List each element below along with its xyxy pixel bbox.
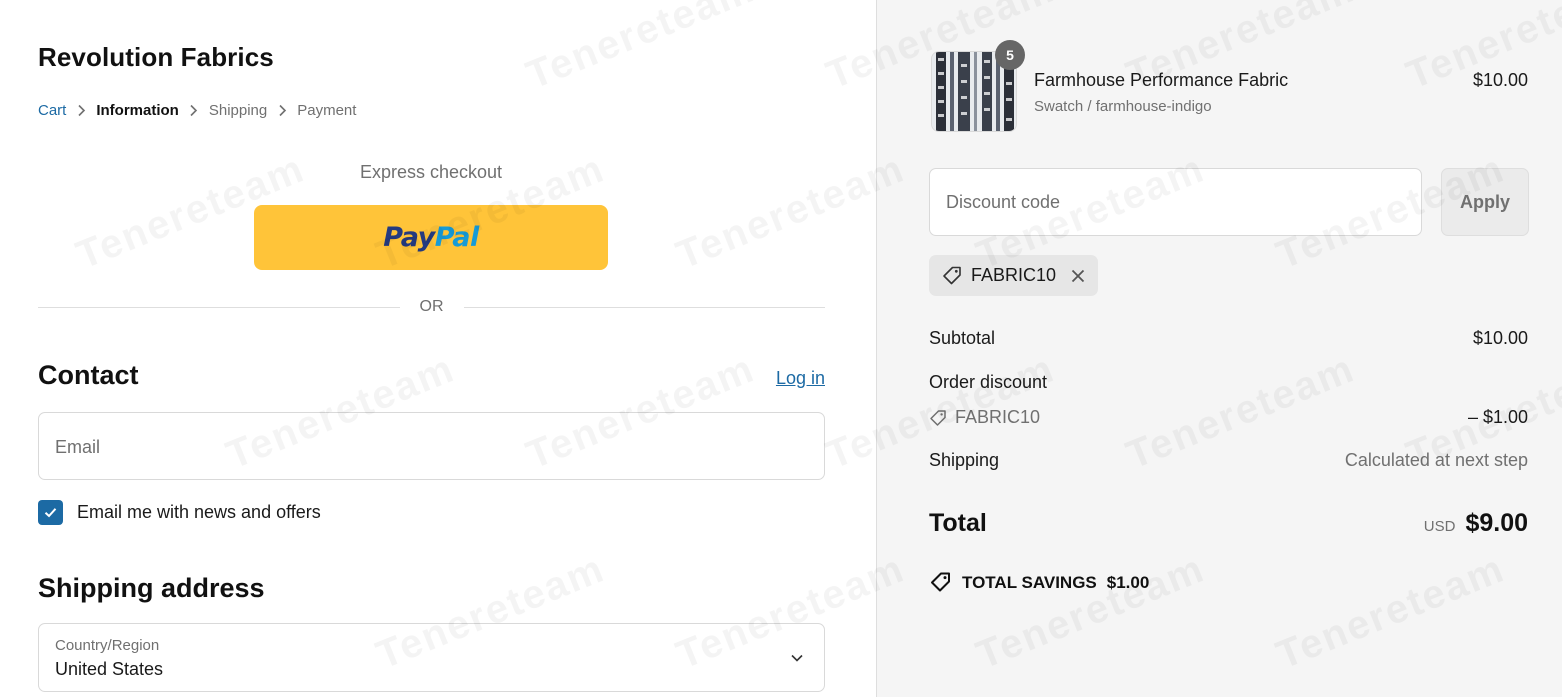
newsletter-option: Email me with news and offers xyxy=(38,500,321,525)
currency-code: USD xyxy=(1423,518,1456,535)
discount-placeholder: Discount code xyxy=(946,192,1061,212)
savings-value: $1.00 xyxy=(1106,572,1150,592)
newsletter-label[interactable]: Email me with news and offers xyxy=(77,502,321,523)
breadcrumb-shipping: Shipping xyxy=(208,102,268,119)
discount-code-label: FABRIC10 xyxy=(955,407,1041,427)
applied-code: FABRIC10 xyxy=(971,265,1057,285)
shipping-value: Calculated at next step xyxy=(1344,450,1528,470)
total-amount-group: USD $9.00 xyxy=(1424,509,1528,538)
breadcrumb: Cart Information Shipping Payment xyxy=(38,102,356,119)
breadcrumb-payment: Payment xyxy=(297,102,357,119)
order-discount-label: Order discount xyxy=(929,372,1048,392)
apply-button[interactable]: Apply xyxy=(1441,168,1529,236)
shipping-label: Shipping xyxy=(929,450,1000,470)
store-name[interactable]: Revolution Fabrics xyxy=(38,42,274,73)
order-summary: 5 Farmhouse Performance Fabric Swatch / … xyxy=(876,0,1562,697)
divider-line xyxy=(463,306,825,308)
savings-tag-icon xyxy=(931,572,950,592)
discount-code-input[interactable]: Discount code xyxy=(929,168,1422,236)
or-divider: OR xyxy=(38,296,825,318)
or-label: OR xyxy=(419,298,444,315)
paypal-logo-pal: Pal xyxy=(434,222,480,253)
total-amount: $9.00 xyxy=(1465,509,1528,537)
chevron-right-icon xyxy=(66,104,96,117)
express-checkout-title: Express checkout xyxy=(359,162,503,182)
email-field[interactable]: Email xyxy=(38,412,825,480)
breadcrumb-information: Information xyxy=(96,102,179,119)
country-select[interactable]: Country/Region United States xyxy=(38,623,825,692)
paypal-logo-pay: Pay xyxy=(383,222,435,253)
tag-icon xyxy=(930,409,946,426)
subtotal-value: $10.00 xyxy=(1472,328,1528,348)
breadcrumb-cart[interactable]: Cart xyxy=(38,102,66,119)
email-placeholder: Email xyxy=(55,437,101,457)
chevron-right-icon xyxy=(179,104,209,117)
tag-icon xyxy=(943,266,961,284)
product-variant: Swatch / farmhouse-indigo xyxy=(1034,98,1212,115)
divider-line xyxy=(38,306,400,308)
country-value: United States xyxy=(55,659,164,679)
close-icon[interactable] xyxy=(1070,268,1086,284)
checkmark-icon xyxy=(44,508,57,518)
total-label: Total xyxy=(929,509,987,537)
paypal-button[interactable]: PayPal xyxy=(254,205,608,270)
savings-label: TOTAL SAVINGS xyxy=(962,572,1097,592)
total-savings: TOTAL SAVINGS $1.00 xyxy=(929,571,1149,594)
paypal-logo: PayPal xyxy=(383,222,479,253)
contact-heading: Contact xyxy=(38,360,139,390)
subtotal-label: Subtotal xyxy=(929,328,996,348)
applied-discount-chip: FABRIC10 xyxy=(929,255,1099,296)
product-price: $10.00 xyxy=(1472,70,1528,90)
product-title: Farmhouse Performance Fabric xyxy=(1034,70,1289,90)
shipping-address-heading: Shipping address xyxy=(38,573,265,603)
chevron-right-icon xyxy=(267,104,297,117)
newsletter-checkbox[interactable] xyxy=(38,500,63,525)
discount-code-row: FABRIC10 xyxy=(929,407,1040,428)
checkout-main: Revolution Fabrics Cart Information Ship… xyxy=(0,0,876,697)
discount-amount: – $1.00 xyxy=(1467,407,1528,427)
quantity-badge: 5 xyxy=(995,40,1025,70)
country-label: Country/Region xyxy=(55,637,160,654)
chevron-down-icon xyxy=(791,654,803,662)
log-in-link[interactable]: Log in xyxy=(776,368,825,389)
